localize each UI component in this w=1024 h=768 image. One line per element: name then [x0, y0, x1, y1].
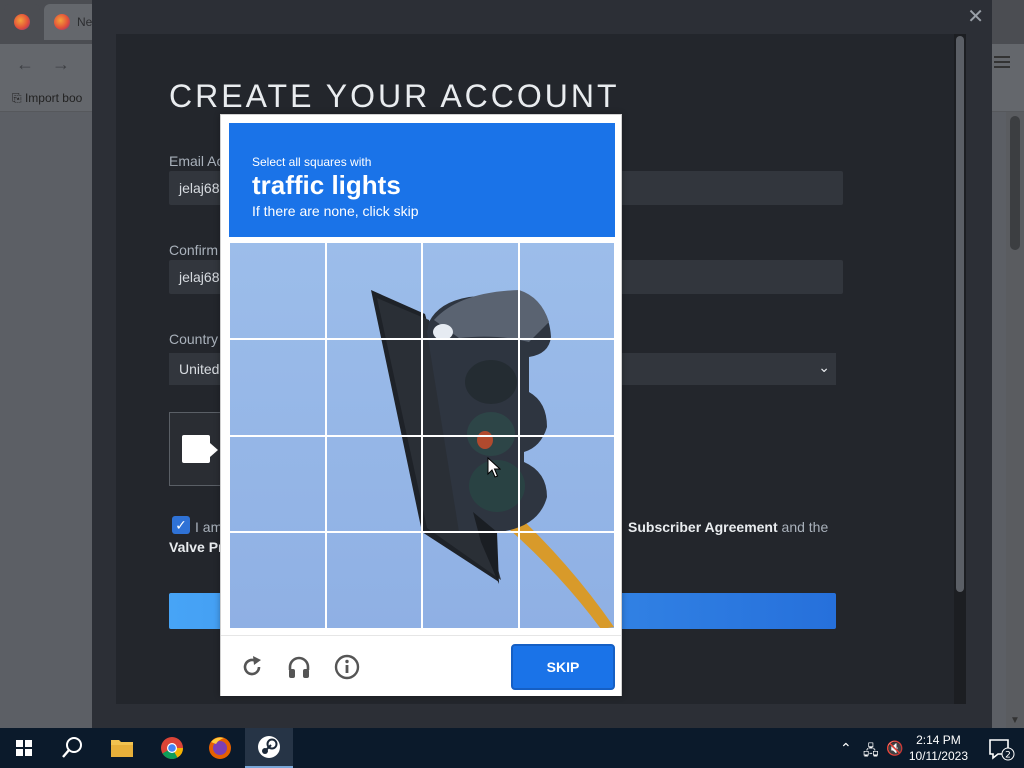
- captcha-tile-0-2[interactable]: [422, 242, 519, 339]
- captcha-tile-0-3[interactable]: [518, 242, 615, 339]
- notification-count: 2: [1005, 751, 1011, 761]
- country-label: Country: [169, 331, 219, 347]
- agree-checkbox[interactable]: ✓: [172, 516, 190, 534]
- search-icon: [62, 737, 82, 758]
- action-center-button[interactable]: 2: [976, 728, 1024, 768]
- browser-tab-1[interactable]: [4, 4, 40, 40]
- privacy-policy-link[interactable]: Valve Pr: [169, 539, 224, 555]
- import-bookmarks-label: Import boo: [24, 91, 83, 105]
- back-arrow-icon[interactable]: ←: [16, 54, 34, 75]
- notifications-icon: 2: [989, 739, 1015, 761]
- country-value: United: [179, 361, 220, 377]
- chrome-button[interactable]: [148, 728, 196, 768]
- captcha-tile-3-0[interactable]: [229, 532, 326, 629]
- captcha-tile-0-1[interactable]: [325, 242, 422, 339]
- clock-time: 2:14 PM: [916, 733, 961, 747]
- captcha-tile-2-0[interactable]: [229, 435, 326, 533]
- menu-icon[interactable]: [994, 56, 1010, 68]
- tab-label: Ne: [77, 15, 93, 29]
- firefox-favicon-icon: [54, 14, 70, 30]
- firefox-icon: [209, 737, 231, 759]
- captcha-tile-1-0[interactable]: [229, 338, 326, 436]
- close-icon[interactable]: ✕: [967, 4, 984, 29]
- subscriber-agreement-link[interactable]: Subscriber Agreement: [628, 519, 778, 535]
- captcha-tile-3-3[interactable]: [518, 532, 615, 629]
- import-bookmarks-link[interactable]: ⎘ Import boo: [12, 91, 82, 106]
- dialog-scrollbar[interactable]: [954, 34, 966, 704]
- headphones-icon[interactable]: [286, 654, 312, 680]
- refresh-icon[interactable]: [239, 654, 265, 680]
- captcha-tile-2-1[interactable]: [325, 435, 422, 533]
- mouse-cursor-icon: [487, 457, 501, 478]
- challenge-prompt-sub: If there are none, click skip: [252, 203, 419, 219]
- page-title: CREATE YOUR ACCOUNT: [169, 78, 620, 114]
- dialog-scrollbar-thumb[interactable]: [956, 36, 964, 592]
- info-icon[interactable]: [334, 654, 360, 680]
- challenge-header: Select all squares with traffic lights I…: [229, 123, 615, 237]
- captcha-tile-2-3[interactable]: [518, 435, 615, 533]
- file-explorer-button[interactable]: [98, 728, 146, 768]
- forward-arrow-icon[interactable]: →: [52, 54, 70, 75]
- steam-button[interactable]: [245, 728, 293, 768]
- taskbar: ⌃ 🖧 🔇 2:14 PM 10/11/2023 2: [0, 728, 1024, 768]
- email-label: Email Ac: [169, 153, 224, 169]
- captcha-tile-1-1[interactable]: [325, 338, 422, 436]
- clock-date: 10/11/2023: [908, 749, 968, 763]
- captcha-challenge: Select all squares with traffic lights I…: [220, 114, 622, 696]
- captcha-tile-3-1[interactable]: [325, 532, 422, 629]
- start-icon: [16, 740, 32, 756]
- captcha-checkbox[interactable]: [182, 435, 210, 463]
- file-explorer-icon: [111, 740, 133, 757]
- show-hidden-icons-icon[interactable]: ⌃: [840, 740, 852, 757]
- captcha-tile-1-3[interactable]: [518, 338, 615, 436]
- clock[interactable]: 2:14 PM 10/11/2023: [909, 732, 968, 764]
- firefox-button[interactable]: [196, 728, 244, 768]
- captcha-tile-2-2[interactable]: [422, 435, 519, 533]
- captcha-tile-3-2[interactable]: [422, 532, 519, 629]
- steam-icon: [258, 736, 280, 758]
- chrome-icon: [161, 737, 183, 759]
- captcha-tile-0-0[interactable]: [229, 242, 326, 339]
- challenge-footer: SKIP: [221, 635, 621, 696]
- search-button[interactable]: [48, 728, 96, 768]
- firefox-favicon-icon: [14, 14, 30, 30]
- start-button[interactable]: [0, 728, 48, 768]
- scroll-down-icon[interactable]: ▼: [1010, 715, 1020, 726]
- agree-text-right: Subscriber Agreement and the: [628, 519, 828, 535]
- challenge-prompt-small: Select all squares with: [252, 155, 372, 169]
- page-scrollbar[interactable]: ▼: [1006, 112, 1024, 728]
- volume-muted-icon[interactable]: 🔇: [886, 740, 903, 757]
- skip-button[interactable]: SKIP: [511, 644, 615, 690]
- pointer-arrow-icon: [210, 443, 218, 457]
- challenge-image-grid: [229, 242, 615, 629]
- captcha-tile-1-2[interactable]: [422, 338, 519, 436]
- agree-tail: and the: [777, 519, 829, 535]
- confirm-email-label: Confirm: [169, 242, 219, 258]
- agree-text: I am: [195, 519, 223, 535]
- scrollbar-thumb[interactable]: [1010, 116, 1020, 250]
- network-icon[interactable]: 🖧: [863, 740, 879, 764]
- chevron-down-icon: ⌄: [818, 359, 830, 375]
- challenge-prompt-target: traffic lights: [252, 170, 401, 200]
